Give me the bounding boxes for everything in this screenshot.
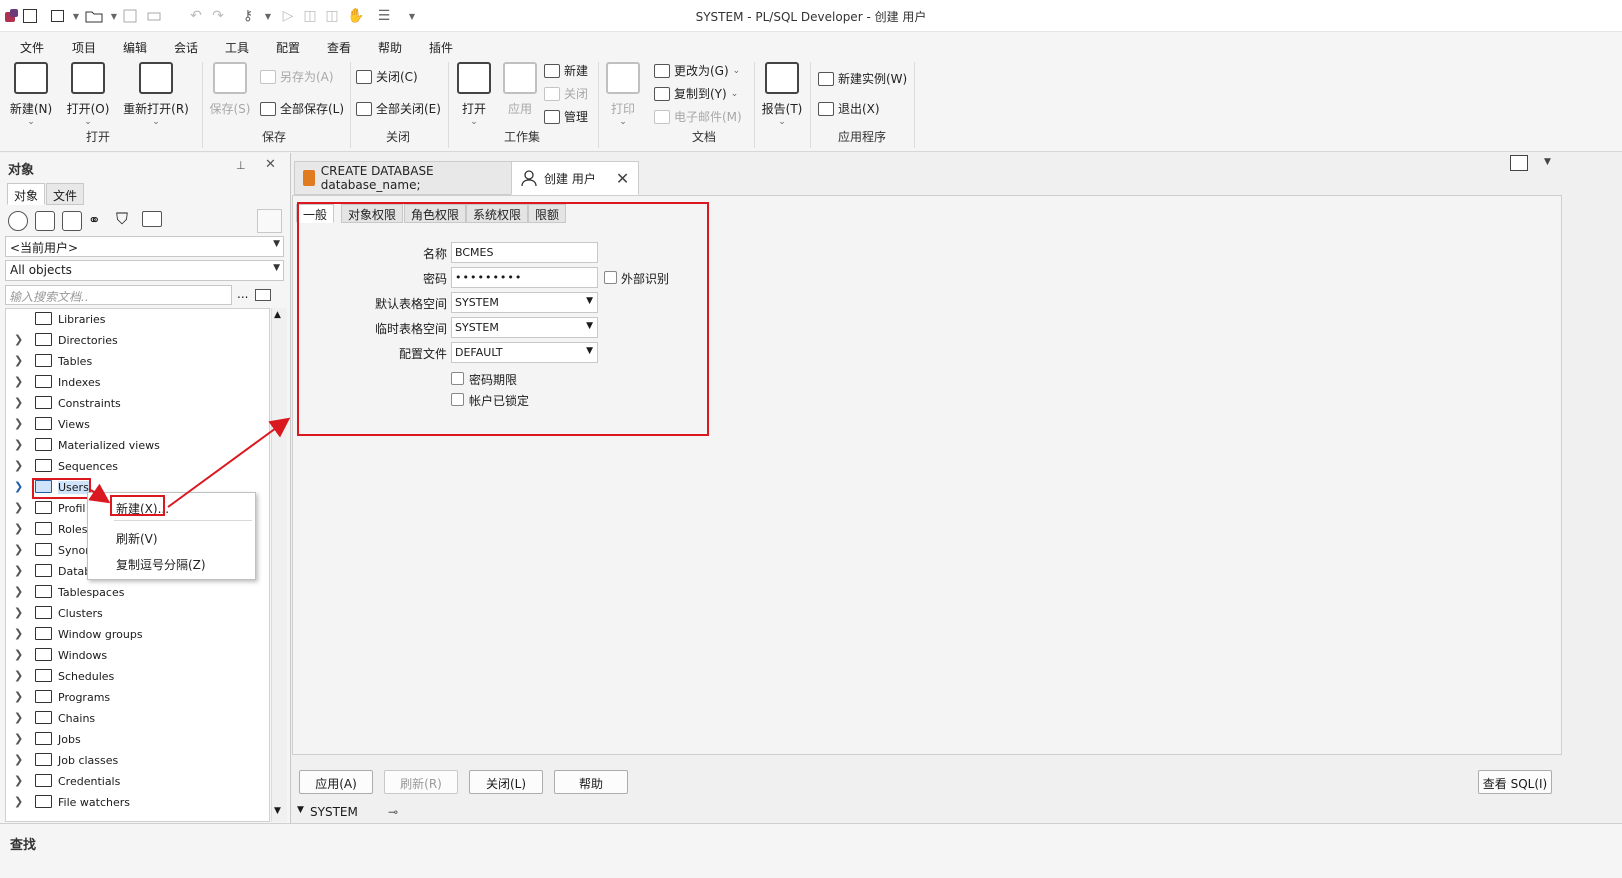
status-bar: 查找 — [0, 823, 1622, 878]
arrow-to-form — [167, 417, 291, 508]
annotation-arrows — [88, 417, 291, 508]
arrow-to-new — [88, 483, 111, 504]
find-label[interactable]: 查找 — [10, 834, 36, 853]
